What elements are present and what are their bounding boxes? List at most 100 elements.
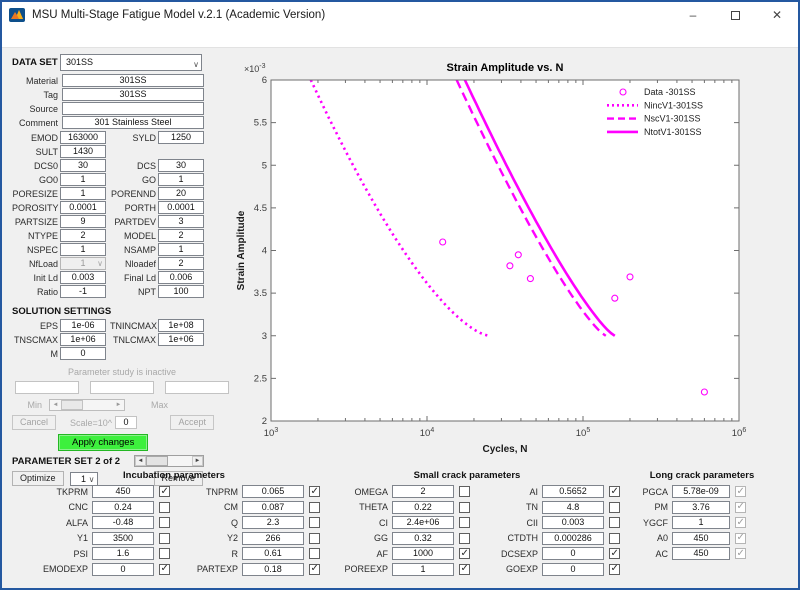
slider-left-arrow-icon[interactable]: ◄ (135, 456, 146, 466)
parameter-input[interactable]: 450 (92, 485, 154, 498)
parameter-input[interactable]: 0.065 (242, 485, 304, 498)
parameter-input[interactable]: 2.3 (242, 516, 304, 529)
parameter-input[interactable]: 1 (158, 243, 204, 256)
parameter-input[interactable]: 1∨ (60, 257, 106, 270)
parameter-input[interactable]: 1e+06 (60, 333, 106, 346)
parameter-checkbox[interactable] (609, 548, 620, 559)
parameter-input[interactable]: 0.006 (158, 271, 204, 284)
parameter-checkbox[interactable] (735, 502, 746, 513)
parameter-input[interactable]: 1∨ (60, 243, 106, 256)
parameter-input[interactable]: 0 (92, 563, 154, 576)
parameter-input[interactable]: 0.003 (542, 516, 604, 529)
menu-item[interactable] (77, 28, 95, 47)
parameter-checkbox[interactable] (159, 502, 170, 513)
parameter-checkbox[interactable] (159, 548, 170, 559)
study-field-3[interactable] (165, 381, 229, 394)
parameter-input[interactable]: 450 (672, 532, 730, 545)
parameter-input[interactable]: 1 (158, 173, 204, 186)
parameter-input[interactable]: 3500 (92, 532, 154, 545)
parameter-input[interactable]: 163000∨ (60, 131, 106, 144)
parameter-input[interactable]: 0.0001 (158, 201, 204, 214)
parameter-input[interactable]: 0.22 (392, 501, 454, 514)
parameter-input[interactable]: 5.78e-09 (672, 485, 730, 498)
scale-input[interactable]: 0 (115, 416, 137, 429)
parameter-input[interactable]: 9∨ (60, 215, 106, 228)
parameter-input[interactable]: 1e+08 (158, 319, 204, 332)
menu-item[interactable] (5, 28, 23, 47)
parameter-input[interactable]: 0.087 (242, 501, 304, 514)
parameter-checkbox[interactable] (459, 502, 470, 513)
study-slider[interactable]: ◄ ► (49, 399, 125, 411)
menu-item[interactable] (23, 28, 41, 47)
parameter-checkbox[interactable] (609, 502, 620, 513)
parameter-input[interactable]: 266 (242, 532, 304, 545)
parameter-input[interactable]: 0.5652 (542, 485, 604, 498)
study-field-1[interactable] (15, 381, 79, 394)
parameter-input[interactable]: 0.24 (92, 501, 154, 514)
parameter-input[interactable]: 100 (158, 285, 204, 298)
slider-thumb[interactable] (146, 456, 168, 466)
parameter-checkbox[interactable] (159, 486, 170, 497)
parameter-input[interactable]: -0.48 (92, 516, 154, 529)
parameter-checkbox[interactable] (309, 502, 320, 513)
slider-thumb[interactable] (61, 400, 83, 410)
parameter-checkbox[interactable] (309, 548, 320, 559)
parameter-input[interactable]: 2.4e+06 (392, 516, 454, 529)
minimize-button[interactable]: – (672, 2, 714, 28)
parameter-input[interactable]: 30 (158, 159, 204, 172)
parameter-input[interactable]: 1 (672, 516, 730, 529)
parameter-checkbox[interactable] (459, 486, 470, 497)
parameter-input[interactable]: 2∨ (60, 229, 106, 242)
parameter-checkbox[interactable] (309, 533, 320, 544)
parameter-input[interactable]: 0.000286 (542, 532, 604, 545)
parameter-input[interactable]: 1∨ (60, 187, 106, 200)
parameter-input[interactable]: 2 (158, 229, 204, 242)
parameter-input[interactable]: 20 (158, 187, 204, 200)
parameter-input[interactable]: 1000 (392, 547, 454, 560)
close-button[interactable]: ✕ (756, 2, 798, 28)
parameter-checkbox[interactable] (735, 533, 746, 544)
parameter-input[interactable]: 1250 (158, 131, 204, 144)
slider-right-arrow-icon[interactable]: ► (192, 456, 203, 466)
menu-item[interactable] (95, 28, 113, 47)
parameter-input[interactable]: 0.003∨ (60, 271, 106, 284)
parameter-input[interactable]: 0 (542, 547, 604, 560)
parameter-checkbox[interactable] (459, 564, 470, 575)
parameter-checkbox[interactable] (459, 533, 470, 544)
slider-right-arrow-icon[interactable]: ► (113, 400, 124, 410)
parameter-checkbox[interactable] (159, 533, 170, 544)
parameter-input[interactable]: 0.32 (392, 532, 454, 545)
parameter-input[interactable]: 1e-06 (60, 319, 106, 332)
parameter-set-slider[interactable]: ◄ ► (134, 455, 204, 467)
parameter-input[interactable]: 30∨ (60, 159, 106, 172)
cancel-button[interactable]: Cancel (12, 415, 56, 430)
info-field-input[interactable] (62, 102, 204, 115)
parameter-input[interactable]: 1∨ (60, 173, 106, 186)
parameter-input[interactable]: 4.8 (542, 501, 604, 514)
parameter-checkbox[interactable] (459, 517, 470, 528)
parameter-input[interactable]: 0.61 (242, 547, 304, 560)
info-field-input[interactable]: 301SS (62, 74, 204, 87)
parameter-checkbox[interactable] (459, 548, 470, 559)
parameter-input[interactable]: 1430∨ (60, 145, 106, 158)
dataset-dropdown[interactable]: 301SS ∨ (60, 54, 202, 71)
parameter-input[interactable]: 3.76 (672, 501, 730, 514)
parameter-input[interactable]: 2 (392, 485, 454, 498)
parameter-input[interactable]: 3 (158, 215, 204, 228)
parameter-input[interactable]: 2 (158, 257, 204, 270)
parameter-checkbox[interactable] (609, 564, 620, 575)
parameter-checkbox[interactable] (735, 517, 746, 528)
menu-item[interactable] (41, 28, 59, 47)
parameter-checkbox[interactable] (309, 564, 320, 575)
parameter-input[interactable]: 0.0001∨ (60, 201, 106, 214)
accept-button[interactable]: Accept (170, 415, 214, 430)
parameter-input[interactable]: -1∨ (60, 285, 106, 298)
parameter-checkbox[interactable] (309, 486, 320, 497)
menu-item[interactable] (59, 28, 77, 47)
menu-item[interactable] (113, 28, 131, 47)
study-field-2[interactable] (90, 381, 154, 394)
parameter-checkbox[interactable] (159, 517, 170, 528)
parameter-checkbox[interactable] (735, 486, 746, 497)
parameter-input[interactable]: 450 (672, 547, 730, 560)
parameter-input[interactable]: 1.6 (92, 547, 154, 560)
